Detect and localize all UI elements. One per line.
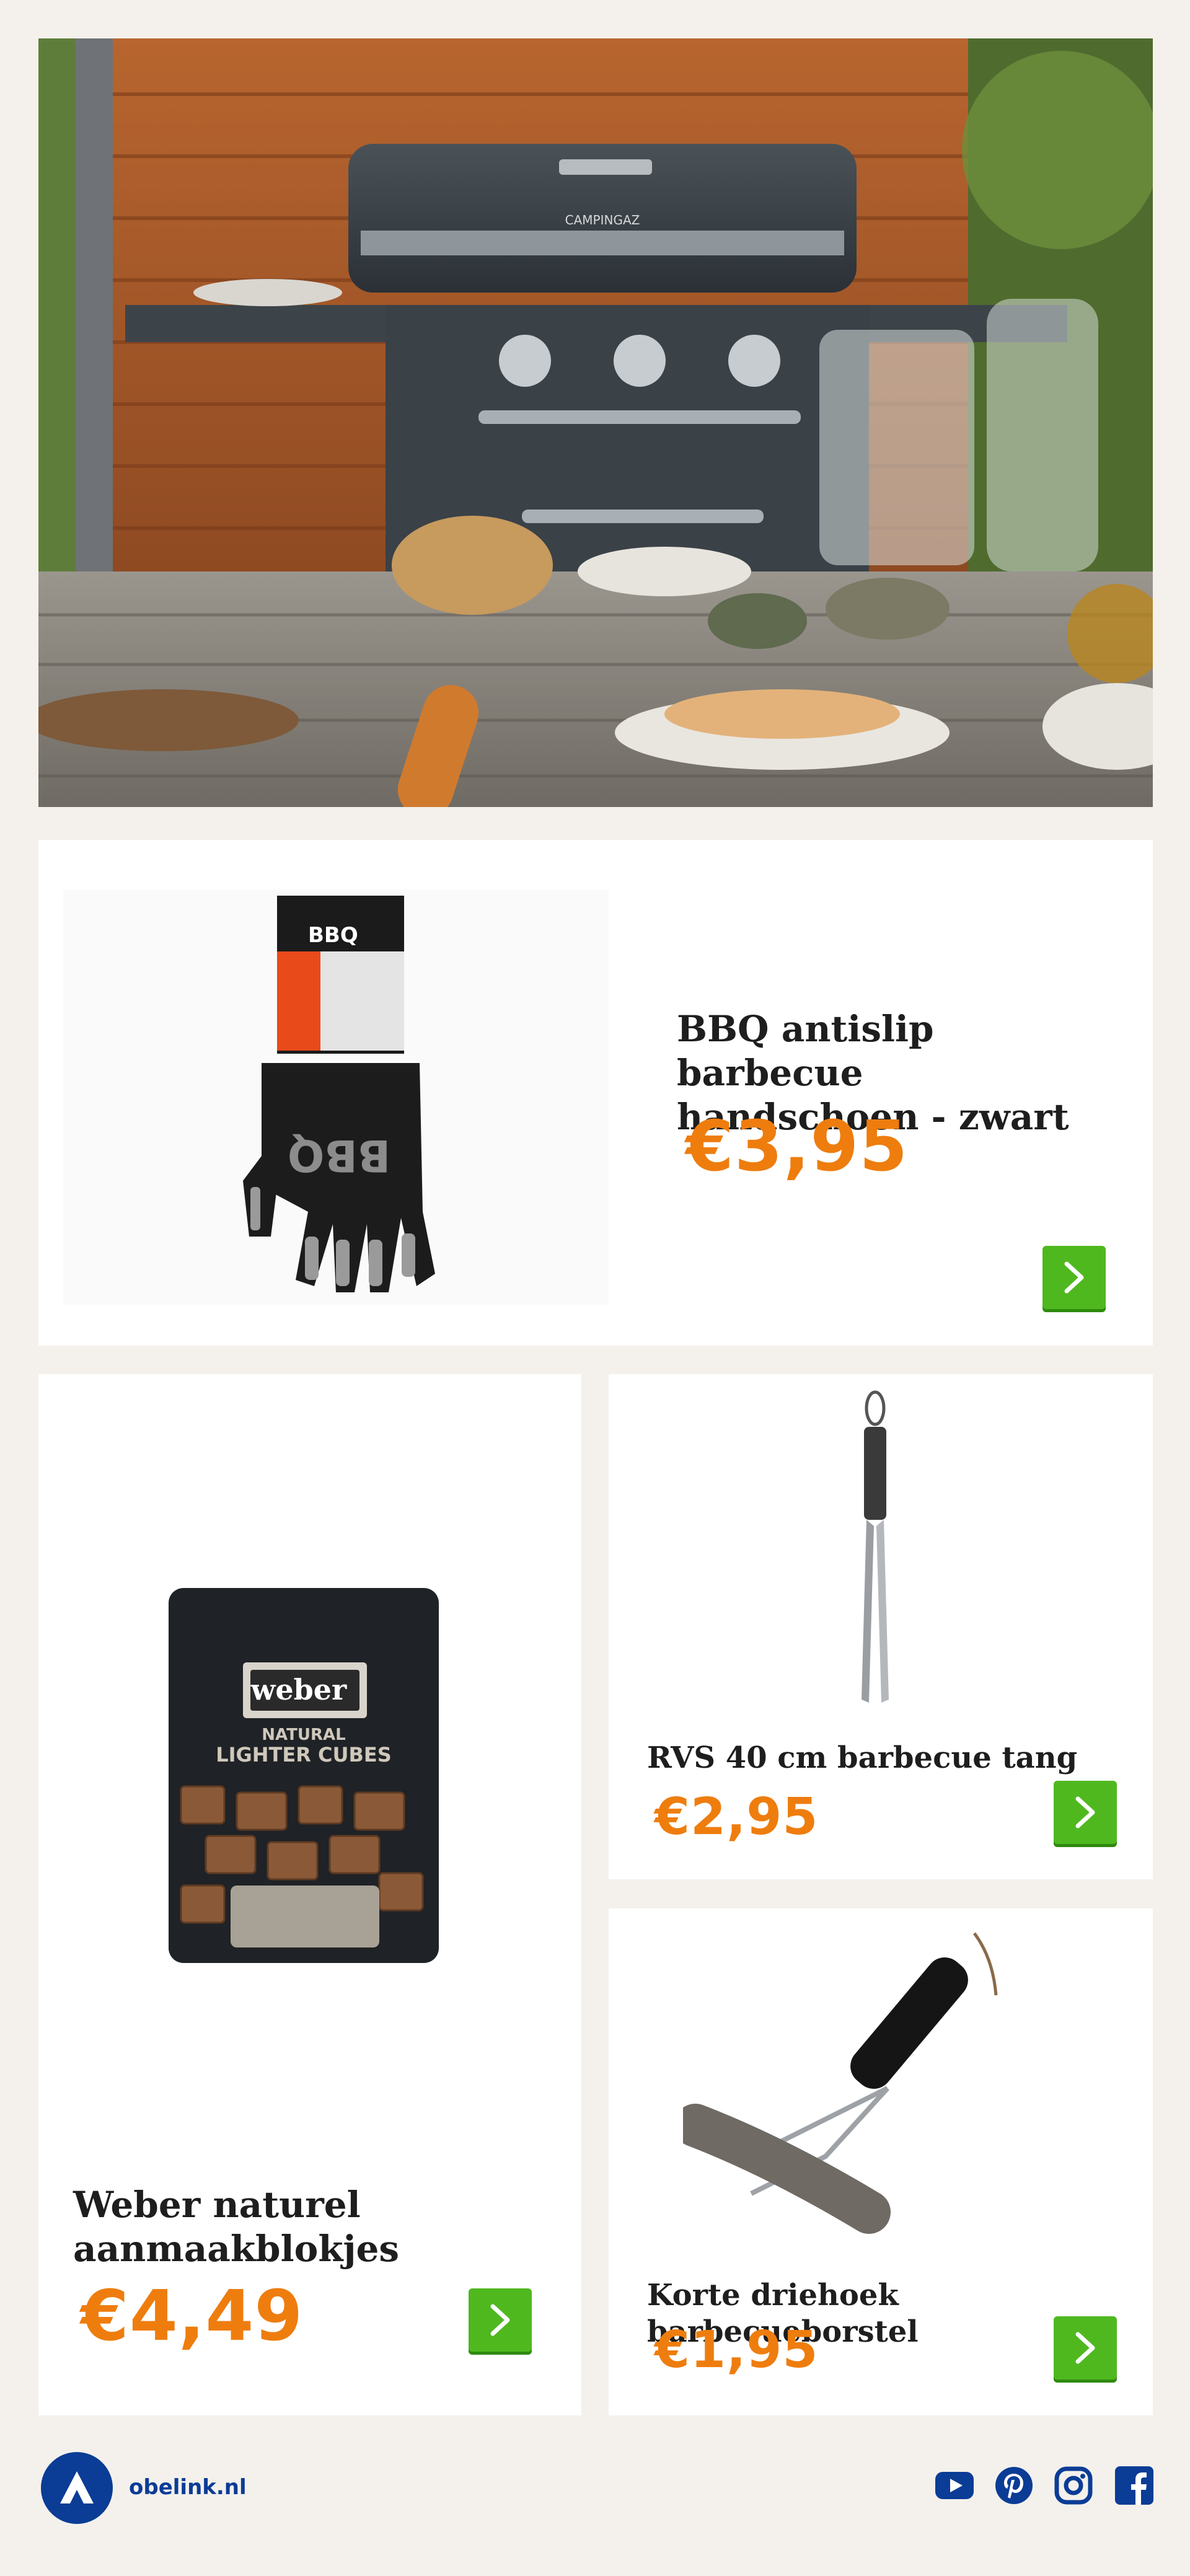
bag-line1: NATURAL [262,1726,345,1744]
product-card-bbq-glove[interactable]: BBQ BBQ BBQ antislip barbecue handschoen… [38,840,1153,1346]
obelink-logo[interactable] [41,2452,113,2524]
brush-icon [674,1932,998,2234]
product-image-brush [674,1921,1086,2243]
product-card-bbq-tongs[interactable]: RVS 40 cm barbecue tang €2,95 [609,1374,1153,1879]
product-card-bbq-brush[interactable]: Korte driehoek barbecueborstel €1,95 [609,1908,1153,2415]
product-title-line2: aanmaakblokjes [73,2227,400,2270]
view-product-button[interactable] [469,2288,532,2352]
svg-text:BBQ: BBQ [288,1130,390,1181]
product-price: €2,95 [654,1788,819,1846]
bbq-glove-icon: BBQ BBQ [243,896,435,1292]
chevron-right-icon [490,2304,510,2336]
hero-image: CAMPINGAZ [38,38,1153,807]
product-price: €4,49 [81,2276,304,2357]
product-image-tongs [850,1390,900,1712]
product-title-line1: BBQ antislip barbecue [677,1008,934,1094]
pinterest-icon[interactable] [993,2464,1035,2507]
grill-brand: CAMPINGAZ [565,213,640,227]
grill-scene-illustration: CAMPINGAZ [38,38,1153,807]
tag-brand: BBQ [308,923,358,948]
view-product-button[interactable] [1042,1246,1106,1309]
view-product-button[interactable] [1054,1781,1117,1844]
chevron-right-icon [1064,1261,1084,1294]
instagram-icon[interactable] [1052,2464,1095,2507]
bag-brand: weber [250,1673,347,1706]
product-card-weber-lighter-cubes[interactable]: weber NATURAL LIGHTER CUBES Weber nature… [38,1374,581,2415]
product-price: €3,95 [685,1106,909,1187]
tongs-icon [862,1390,889,1703]
product-title: RVS 40 cm barbecue tang [647,1740,1078,1775]
view-product-button[interactable] [1054,2316,1117,2380]
facebook-icon[interactable] [1113,2464,1155,2507]
chevron-right-icon [1075,1796,1095,1828]
weber-bag-icon: weber NATURAL LIGHTER CUBES [169,1588,439,1963]
site-link[interactable]: obelink.nl [129,2475,247,2500]
bag-line2: LIGHTER CUBES [216,1743,392,1767]
product-title-line1: Weber naturel [73,2184,361,2226]
youtube-icon[interactable] [933,2464,976,2507]
obelink-tent-logo-icon [60,2471,94,2503]
product-image-bbq-glove: BBQ BBQ [63,889,609,1305]
product-price: €1,95 [654,2321,819,2380]
chevron-right-icon [1075,2332,1095,2364]
product-image-weber-cubes: weber NATURAL LIGHTER CUBES [169,1588,439,1963]
